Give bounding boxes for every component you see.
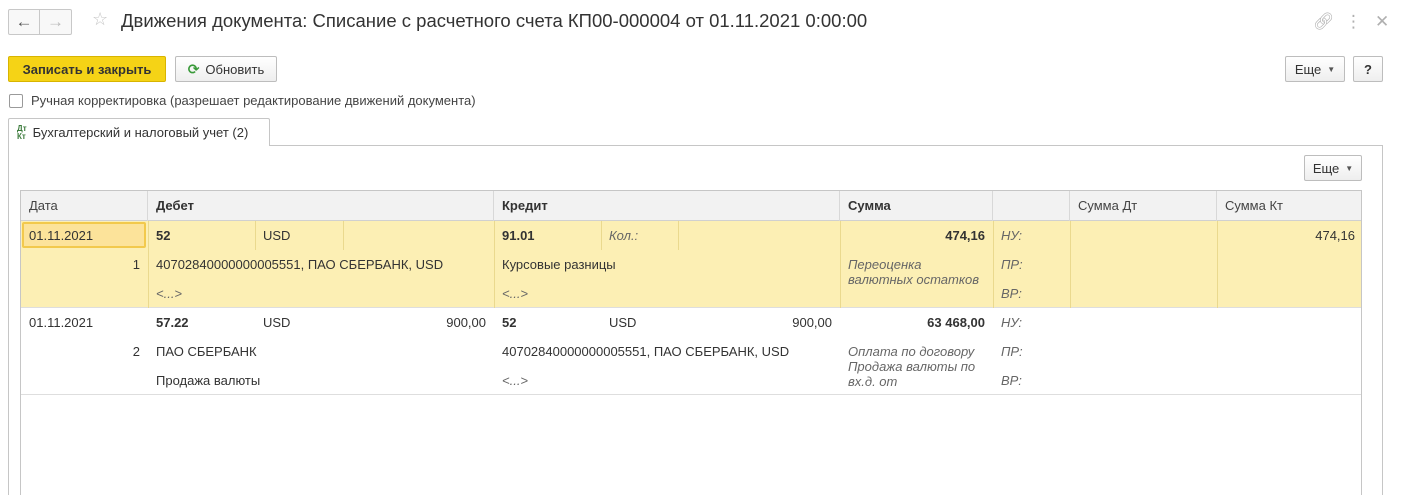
cell-content[interactable]: Оплата по договору Продажа валюты по вх.… <box>848 344 988 389</box>
cell-date[interactable]: 01.11.2021 <box>21 221 148 250</box>
table-header: Дата Дебет Кредит Сумма Сумма Дт Сумма К… <box>21 191 1361 221</box>
save-and-close-button[interactable]: Записать и закрыть <box>8 56 166 82</box>
cell-credit-account[interactable]: 91.01 <box>494 221 601 250</box>
cell-credit-subconto-1[interactable]: 40702840000000005551, ПАО СБЕРБАНК, USD <box>494 337 840 366</box>
cell-debit-cur-amount[interactable]: 900,00 <box>343 308 494 337</box>
cell-row-number: 1 <box>132 257 140 272</box>
table-row[interactable]: 01.11.2021 57.22 USD 900,00 52 USD 900,0… <box>21 308 1361 395</box>
cell-pr-label: ПР: <box>1001 257 1023 272</box>
cell-debit-currency[interactable]: USD <box>255 308 343 337</box>
cell-vr-label: ВР: <box>1001 373 1022 388</box>
help-button[interactable]: ? <box>1353 56 1383 82</box>
cell-credit-account[interactable]: 52 <box>494 308 601 337</box>
cell-debit-currency[interactable]: USD <box>255 221 343 250</box>
grid-more-label: Еще <box>1312 160 1340 176</box>
grid-more-button[interactable]: Еще ▼ <box>1304 155 1362 181</box>
cell-amount-kt[interactable] <box>1217 308 1361 337</box>
col-debit-header[interactable]: Дебет <box>148 191 494 221</box>
cell-credit-subconto-1[interactable]: Курсовые разницы <box>494 250 840 279</box>
link-icon[interactable]: 🔗︎ <box>1313 12 1335 32</box>
col-amount-kt-header[interactable]: Сумма Кт <box>1217 191 1361 221</box>
more-label: Еще <box>1294 61 1322 77</box>
cell-credit-subconto-2[interactable]: <...> <box>494 279 840 308</box>
col-date-header[interactable]: Дата <box>21 191 148 221</box>
command-bar: Записать и закрыть ⟳ Обновить Еще ▼ ? <box>0 56 1403 84</box>
cell-amount-dt[interactable] <box>1070 221 1217 250</box>
cell-debit-subconto-2[interactable]: <...> <box>148 279 494 308</box>
col-amount-dt-header[interactable]: Сумма Дт <box>1070 191 1217 221</box>
cell-debit-account[interactable]: 57.22 <box>148 308 255 337</box>
more-vertical-icon[interactable]: ⋮ <box>1345 12 1362 32</box>
forward-button[interactable]: → <box>40 9 72 35</box>
cell-debit-subconto-1[interactable]: 40702840000000005551, ПАО СБЕРБАНК, USD <box>148 250 494 279</box>
more-button[interactable]: Еще ▼ <box>1285 56 1345 82</box>
cell-credit-cur-amount[interactable] <box>678 221 840 250</box>
cell-credit-qty-label: Кол.: <box>609 228 639 243</box>
back-button[interactable]: ← <box>8 9 40 35</box>
dt-kt-icon: Дт Кт <box>17 123 27 141</box>
col-credit-header[interactable]: Кредит <box>494 191 840 221</box>
cell-debit-account[interactable]: 52 <box>148 221 255 250</box>
manual-correction-label: Ручная корректировка (разрешает редактир… <box>31 93 476 108</box>
close-icon[interactable]: ✕ <box>1375 12 1389 32</box>
cell-amount[interactable]: 63 468,00 <box>840 308 993 337</box>
cell-pr-label: ПР: <box>1001 344 1023 359</box>
cell-nu-label: НУ: <box>1001 228 1023 243</box>
cell-credit-currency[interactable]: USD <box>601 308 678 337</box>
cell-credit-subconto-2[interactable]: <...> <box>494 366 840 395</box>
table-row[interactable]: 01.11.2021 52 USD 91.01 Кол.: 474,16 НУ:… <box>21 221 1361 308</box>
cell-amount-dt[interactable] <box>1070 308 1217 337</box>
cell-debit-subconto-1[interactable]: ПАО СБЕРБАНК <box>148 337 494 366</box>
arrow-right-icon: → <box>47 12 64 31</box>
cell-debit-cur-amount[interactable] <box>343 221 494 250</box>
title-bar: ← → ☆ Движения документа: Списание с рас… <box>0 0 1403 44</box>
cell-amount[interactable]: 474,16 <box>840 221 993 250</box>
refresh-icon: ⟳ <box>187 60 200 77</box>
chevron-down-icon: ▼ <box>1327 64 1336 74</box>
cell-vr-label: ВР: <box>1001 286 1022 301</box>
movements-table[interactable]: Дата Дебет Кредит Сумма Сумма Дт Сумма К… <box>20 190 1362 495</box>
cell-row-number: 2 <box>132 344 140 359</box>
cell-amount-kt[interactable]: 474,16 <box>1217 221 1361 250</box>
refresh-button[interactable]: ⟳ Обновить <box>175 56 277 82</box>
chevron-down-icon: ▼ <box>1345 163 1354 173</box>
manual-correction-checkbox[interactable] <box>9 93 23 108</box>
favorite-star-icon[interactable]: ☆ <box>92 9 108 30</box>
manual-correction-row[interactable]: Ручная корректировка (разрешает редактир… <box>9 93 476 108</box>
tab-strip: Дт Кт Бухгалтерский и налоговый учет (2) <box>8 118 1383 146</box>
cell-content[interactable]: Переоценка валютных остатков <box>848 257 988 287</box>
tab-panel: Еще ▼ Дата Дебет Кредит Сумма Сумма Дт С… <box>8 145 1383 495</box>
cell-nu-label: НУ: <box>1001 315 1023 330</box>
cell-debit-subconto-2[interactable]: Продажа валюты <box>148 366 494 395</box>
tab-label: Бухгалтерский и налоговый учет (2) <box>32 125 249 140</box>
cell-date[interactable]: 01.11.2021 <box>21 308 148 337</box>
col-amount-header[interactable]: Сумма <box>840 191 993 221</box>
tab-accounting[interactable]: Дт Кт Бухгалтерский и налоговый учет (2) <box>8 118 270 146</box>
cell-credit-cur-amount[interactable]: 900,00 <box>678 308 840 337</box>
arrow-left-icon: ← <box>15 12 33 31</box>
col-nu-header[interactable] <box>993 191 1070 221</box>
refresh-label: Обновить <box>205 61 265 77</box>
page-title: Движения документа: Списание с расчетног… <box>121 10 868 31</box>
